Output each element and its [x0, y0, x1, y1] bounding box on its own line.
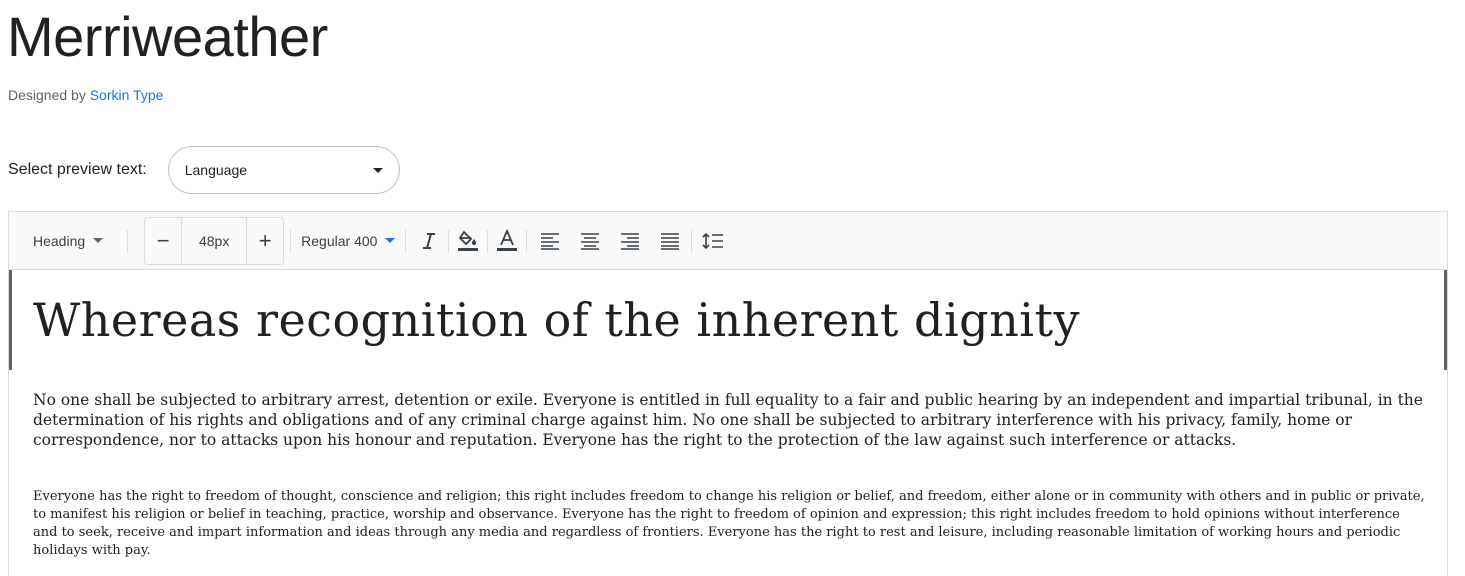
- preview-paragraph-large[interactable]: No one shall be subjected to arbitrary a…: [33, 390, 1428, 450]
- align-left-icon: [541, 232, 560, 250]
- tester-toolbar: Heading − 48px + Regular 400: [9, 212, 1447, 270]
- font-size-value[interactable]: 48px: [181, 217, 248, 264]
- line-height-icon: [702, 232, 724, 249]
- type-tester: Heading − 48px + Regular 400 Whereas rec…: [8, 211, 1448, 576]
- preview-text-select-value: Language: [184, 162, 248, 178]
- italic-button[interactable]: [412, 224, 446, 258]
- text-style-dropdown[interactable]: Heading: [33, 232, 104, 249]
- align-right-icon: [621, 232, 640, 250]
- text-style-value: Heading: [33, 232, 86, 249]
- toolbar-divider: [448, 229, 450, 252]
- toolbar-divider: [127, 229, 129, 252]
- designer-line: Designed by Sorkin Type: [8, 87, 163, 103]
- dropdown-arrow-icon: [372, 168, 383, 173]
- toolbar-divider: [487, 229, 489, 252]
- align-justify-button[interactable]: [653, 224, 687, 258]
- designer-link[interactable]: Sorkin Type: [90, 87, 164, 103]
- preview-paragraph-small[interactable]: Everyone has the right to freedom of tho…: [33, 488, 1428, 560]
- toolbar-divider: [405, 229, 407, 252]
- text-color-icon: [497, 228, 518, 251]
- toolbar-divider: [290, 229, 292, 252]
- highlight-color-icon: [458, 230, 479, 251]
- align-right-button[interactable]: [613, 224, 647, 258]
- font-weight-dropdown[interactable]: Regular 400: [301, 232, 396, 249]
- chevron-down-icon: [385, 238, 396, 243]
- align-center-button[interactable]: [573, 224, 607, 258]
- align-center-icon: [581, 232, 600, 250]
- family-title: Merriweather: [7, 5, 328, 68]
- align-justify-icon: [661, 232, 680, 250]
- preview-heading[interactable]: Whereas recognition of the inherent dign…: [9, 270, 1447, 370]
- chevron-down-icon: [93, 238, 104, 243]
- font-weight-value: Regular 400: [301, 232, 378, 249]
- preview-select-label: Select preview text:: [8, 161, 147, 178]
- preview-text-select[interactable]: Language: [167, 146, 400, 194]
- decrease-size-button[interactable]: −: [145, 218, 181, 264]
- designed-by-label: Designed by: [8, 87, 86, 103]
- line-height-button[interactable]: [696, 224, 730, 258]
- toolbar-divider: [691, 229, 693, 252]
- toolbar-divider: [526, 229, 528, 252]
- preview-select-row: Select preview text: Language: [8, 145, 400, 195]
- italic-icon: [423, 232, 436, 249]
- increase-size-button[interactable]: +: [247, 218, 283, 264]
- align-left-button[interactable]: [533, 224, 567, 258]
- text-color-button[interactable]: [490, 224, 524, 258]
- font-size-stepper: − 48px +: [144, 216, 285, 265]
- highlight-color-button[interactable]: [451, 224, 485, 258]
